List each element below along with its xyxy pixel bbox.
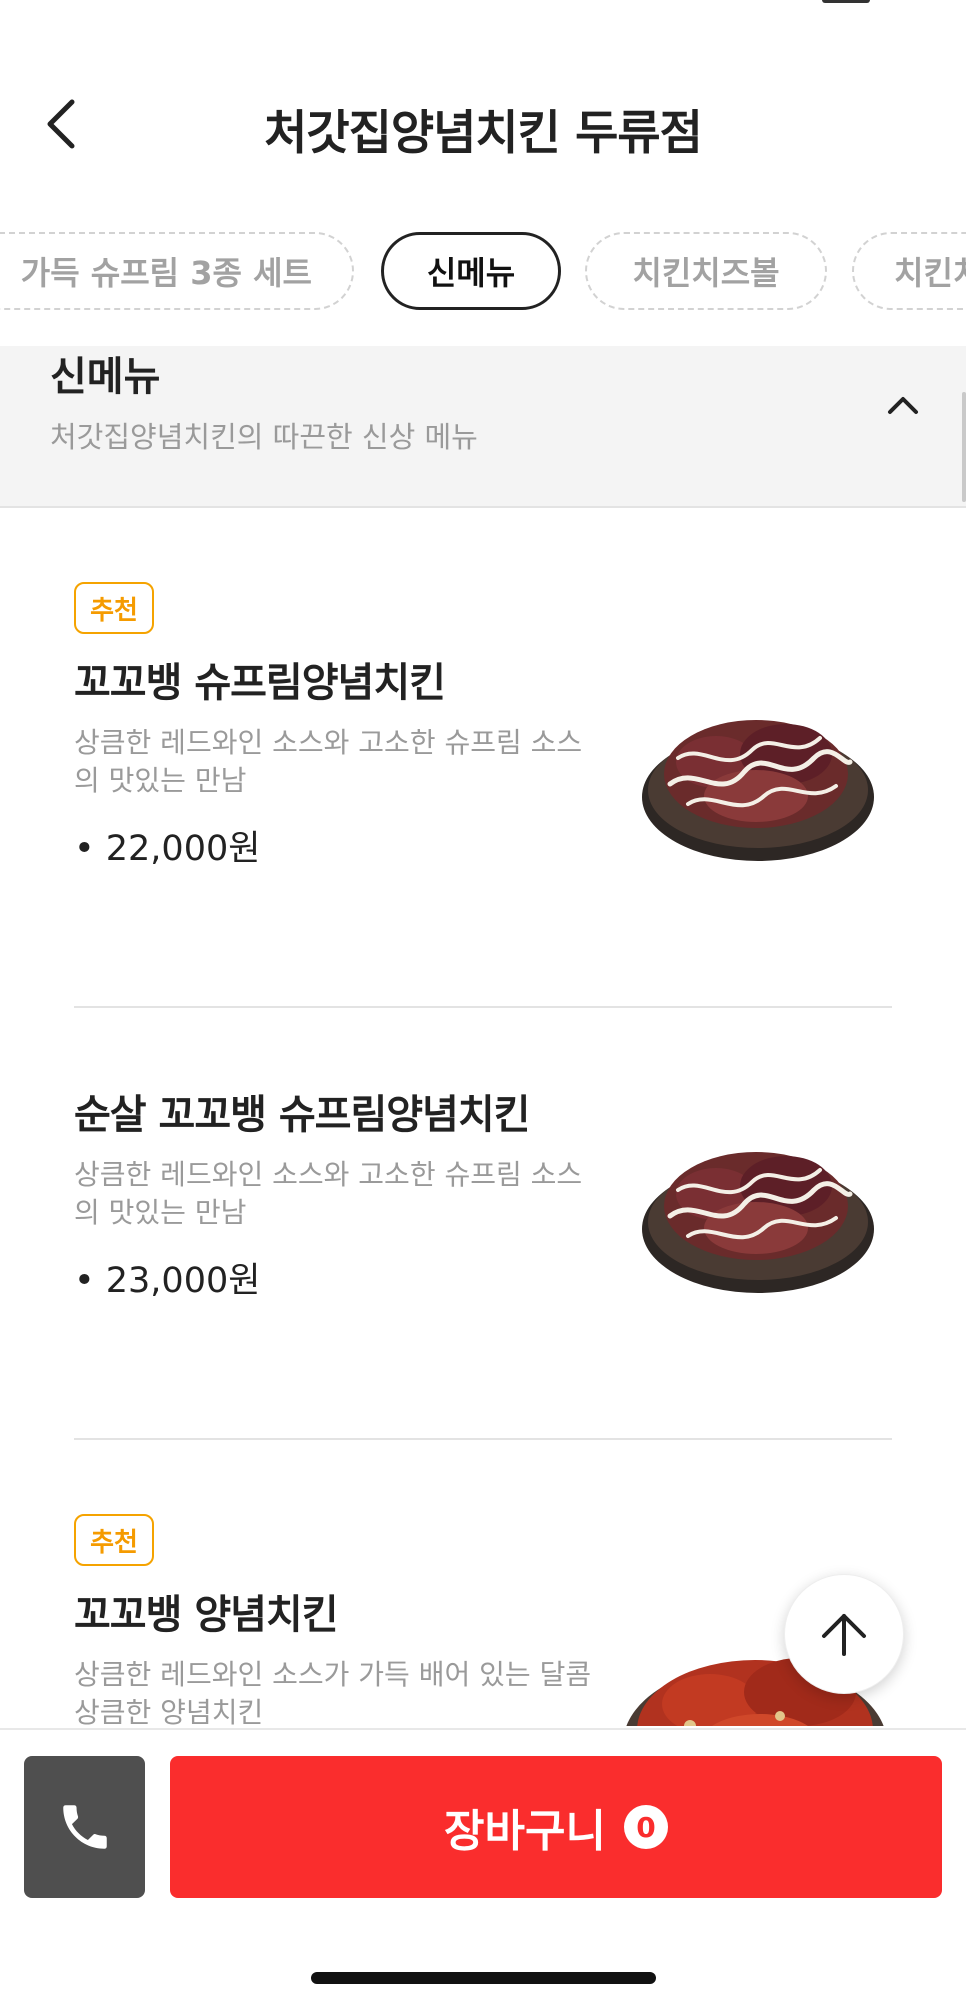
menu-item-name: 순살 꼬꼬뱅 슈프림양념치킨 bbox=[74, 1092, 530, 1138]
menu-list: 추천 꼬꼬뱅 슈프림양념치킨 상큼한 레드와인 소스와 고소한 슈프림 소스의 … bbox=[0, 508, 966, 1726]
recommend-badge: 추천 bbox=[74, 1514, 154, 1566]
menu-item-price: • 22,000원 bbox=[74, 829, 261, 869]
tab-label: 가득 슈프림 3종 세트 bbox=[20, 254, 312, 292]
status-bar-indicator bbox=[822, 0, 870, 3]
menu-item[interactable]: 순살 꼬꼬뱅 슈프림양념치킨 상큼한 레드와인 소스와 고소한 슈프림 소스의 … bbox=[74, 1082, 892, 1302]
tab-label: 치킨치 bbox=[894, 254, 966, 292]
chicken-supreme-image bbox=[636, 692, 884, 876]
tab-label: 신메뉴 bbox=[426, 254, 516, 292]
tab-chicken-next[interactable]: 치킨치 bbox=[852, 232, 966, 310]
menu-item-name: 꼬꼬뱅 양념치킨 bbox=[74, 1592, 339, 1638]
cart-button[interactable]: 장바구니 0 bbox=[170, 1756, 942, 1898]
page-title: 처갓집양념치킨 두류점 bbox=[264, 106, 703, 161]
menu-item-description: 상큼한 레드와인 소스가 가득 배어 있는 달콤상큼한 양념치킨 bbox=[74, 1658, 592, 1726]
scroll-top-button[interactable] bbox=[784, 1574, 904, 1694]
header: 처갓집양념치킨 두류점 bbox=[0, 40, 966, 210]
chevron-up-icon bbox=[888, 397, 918, 414]
recommend-badge: 추천 bbox=[74, 582, 154, 634]
arrow-up-icon bbox=[822, 1614, 866, 1656]
cart-count-badge: 0 bbox=[623, 1805, 668, 1849]
menu-item-name: 꼬꼬뱅 슈프림양념치킨 bbox=[74, 660, 446, 706]
home-indicator bbox=[311, 1972, 656, 1984]
divider bbox=[74, 1006, 892, 1008]
phone-icon bbox=[62, 1805, 107, 1849]
menu-item-description: 상큼한 레드와인 소스와 고소한 슈프림 소스의 맛있는 만남 bbox=[74, 1158, 583, 1229]
tab-chicken-cheese-ball[interactable]: 치킨치즈볼 bbox=[585, 232, 827, 310]
bottom-bar: 장바구니 0 bbox=[0, 1728, 966, 2009]
menu-item-description: 상큼한 레드와인 소스와 고소한 슈프림 소스의 맛있는 만남 bbox=[74, 726, 583, 797]
tab-supreme-set[interactable]: 가득 슈프림 3종 세트 bbox=[0, 232, 354, 310]
category-tabs: 가득 슈프림 3종 세트 신메뉴 치킨치즈볼 치킨치 bbox=[0, 232, 966, 314]
section-header[interactable]: 신메뉴 처갓집양념치킨의 따끈한 신상 메뉴 bbox=[0, 346, 966, 508]
scrollbar[interactable] bbox=[962, 392, 966, 502]
menu-item[interactable]: 추천 꼬꼬뱅 슈프림양념치킨 상큼한 레드와인 소스와 고소한 슈프림 소스의 … bbox=[74, 582, 892, 869]
section-title: 신메뉴 bbox=[50, 354, 161, 400]
cart-label: 장바구니 bbox=[444, 1806, 606, 1857]
tab-label: 치킨치즈볼 bbox=[632, 254, 780, 292]
collapse-button[interactable] bbox=[880, 382, 926, 428]
menu-item[interactable]: 추천 꼬꼬뱅 양념치킨 상큼한 레드와인 소스가 가득 배어 있는 달콤상큼한 … bbox=[74, 1514, 892, 1726]
menu-item-price: • 23,000원 bbox=[74, 1261, 261, 1301]
tab-new-menu[interactable]: 신메뉴 bbox=[381, 232, 561, 310]
section-description: 처갓집양념치킨의 따끈한 신상 메뉴 bbox=[50, 420, 478, 454]
divider bbox=[74, 1438, 892, 1440]
call-button[interactable] bbox=[24, 1756, 145, 1898]
chicken-supreme-image bbox=[636, 1124, 884, 1308]
